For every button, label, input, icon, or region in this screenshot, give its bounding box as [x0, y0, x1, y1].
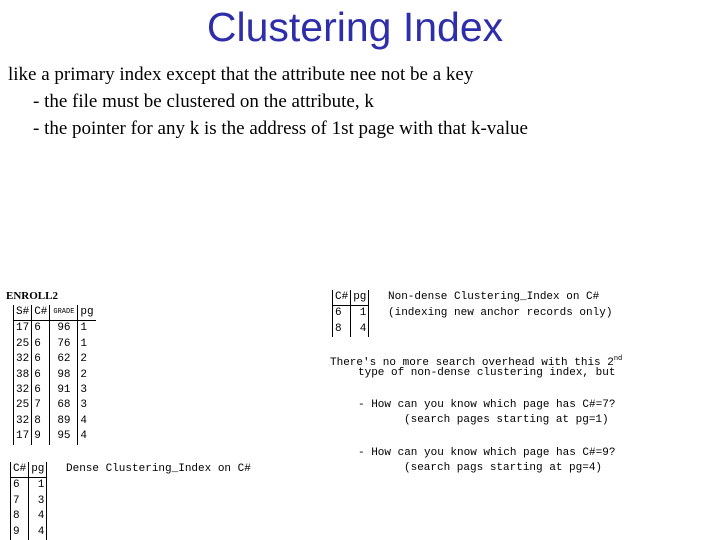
table-cell: 4 — [350, 321, 370, 338]
table-cell: 1 — [28, 477, 48, 494]
table-header-row: C# pg — [9, 462, 48, 479]
table-cell: 6 — [9, 477, 29, 494]
table-row: 61 — [331, 305, 370, 322]
table-cell: 38 — [12, 367, 32, 384]
table-cell: 4 — [77, 413, 96, 430]
col-header-grade: GRADE — [49, 305, 78, 322]
table-row: 32 6 91 3 — [12, 383, 96, 399]
answer-c7: (search pages starting at pg=1) — [404, 414, 609, 426]
table-cell: 25 — [12, 336, 32, 353]
page-title: Clustering Index — [206, 4, 504, 50]
table-cell: 62 — [49, 352, 78, 368]
table-row: 38 6 98 2 — [12, 367, 96, 384]
table-row: 25 6 76 1 — [12, 336, 96, 353]
table-row: 32 8 89 4 — [12, 413, 96, 430]
table-cell: 8 — [9, 509, 29, 525]
table-cell: 4 — [28, 524, 48, 540]
table-row: 32 6 62 2 — [12, 352, 96, 368]
table-cell: 9 — [9, 524, 29, 540]
table-cell: 6 — [31, 336, 50, 353]
nondense-caption: Non-dense Clustering_Index on C# — [388, 291, 600, 303]
table-cell: 95 — [49, 429, 78, 445]
table-cell: 2 — [77, 352, 96, 368]
col-header-c: C# — [331, 290, 351, 307]
table-cell: 96 — [49, 320, 78, 337]
table-cell: 4 — [28, 509, 48, 525]
table-cell: 17 — [12, 320, 32, 337]
table-row: 61 — [9, 477, 48, 494]
table-row: 84 — [331, 321, 370, 338]
intro-text: like a primary index except that the att… — [8, 64, 474, 85]
table-cell: 3 — [77, 383, 96, 399]
dense-index-caption: Dense Clustering_Index on C# — [66, 463, 251, 475]
table-cell: 25 — [12, 398, 32, 414]
bullet-clustered: - the file must be clustered on the attr… — [33, 91, 374, 112]
table-cell: 32 — [12, 352, 32, 368]
question-c7: - How can you know which page has C#=7? — [358, 399, 616, 411]
col-header-pg: pg — [350, 290, 370, 307]
answer-c9: (search pags starting at pg=4) — [404, 462, 603, 474]
nondense-index-table: C# pg 6184 — [331, 290, 370, 338]
table-cell: 17 — [12, 429, 32, 445]
table-cell: 6 — [31, 320, 50, 337]
table-header-row: C# pg — [331, 290, 370, 307]
table-cell: 7 — [31, 398, 50, 414]
table-cell: 6 — [31, 383, 50, 399]
table-cell: 98 — [49, 367, 78, 384]
table-row: 17 9 95 4 — [12, 429, 96, 445]
table-cell: 8 — [31, 413, 50, 430]
enroll-table-name: ENROLL2 — [6, 290, 58, 302]
table-row: 94 — [9, 524, 48, 540]
table-cell: 8 — [331, 321, 351, 338]
table-row: 17 6 96 1 — [12, 320, 96, 337]
table-cell: 1 — [77, 336, 96, 353]
table-cell: 3 — [28, 493, 48, 510]
table-cell: 76 — [49, 336, 78, 353]
table-cell: 6 — [31, 367, 50, 384]
table-cell: 89 — [49, 413, 78, 430]
table-cell: 7 — [9, 493, 29, 510]
table-cell: 1 — [77, 320, 96, 337]
table-cell: 6 — [31, 352, 50, 368]
table-cell: 32 — [12, 413, 32, 430]
enroll-table: S# C# GRADE pg 17 6 96 1 25 6 76 1 32 6 62 2 38 6 98 2 3… — [12, 305, 96, 445]
col-header-s: S# — [12, 305, 32, 322]
table-cell: 91 — [49, 383, 78, 399]
dense-index-table: C# pg 61738494 — [9, 462, 48, 540]
table-row: 73 — [9, 493, 48, 510]
table-cell: 6 — [331, 305, 351, 322]
note-line2: type of non-dense clustering index, but — [358, 367, 616, 379]
table-cell: 9 — [31, 429, 50, 445]
table-cell: 1 — [350, 305, 370, 322]
table-header-row: S# C# GRADE pg — [12, 305, 96, 322]
table-cell: 3 — [77, 398, 96, 414]
col-header-c: C# — [9, 462, 29, 479]
table-cell: 2 — [77, 367, 96, 384]
table-cell: 32 — [12, 383, 32, 399]
table-row: 84 — [9, 509, 48, 525]
table-cell: 68 — [49, 398, 78, 414]
question-c9: - How can you know which page has C#=9? — [358, 447, 616, 459]
nondense-caption-note: (indexing new anchor records only) — [388, 307, 613, 319]
table-cell: 4 — [77, 429, 96, 445]
col-header-pg: pg — [28, 462, 48, 479]
table-row: 25 7 68 3 — [12, 398, 96, 414]
col-header-pg: pg — [77, 305, 96, 322]
note-line1-sup: nd — [613, 355, 623, 363]
bullet-pointer: - the pointer for any k is the address o… — [33, 118, 528, 139]
col-header-c: C# — [31, 305, 50, 322]
